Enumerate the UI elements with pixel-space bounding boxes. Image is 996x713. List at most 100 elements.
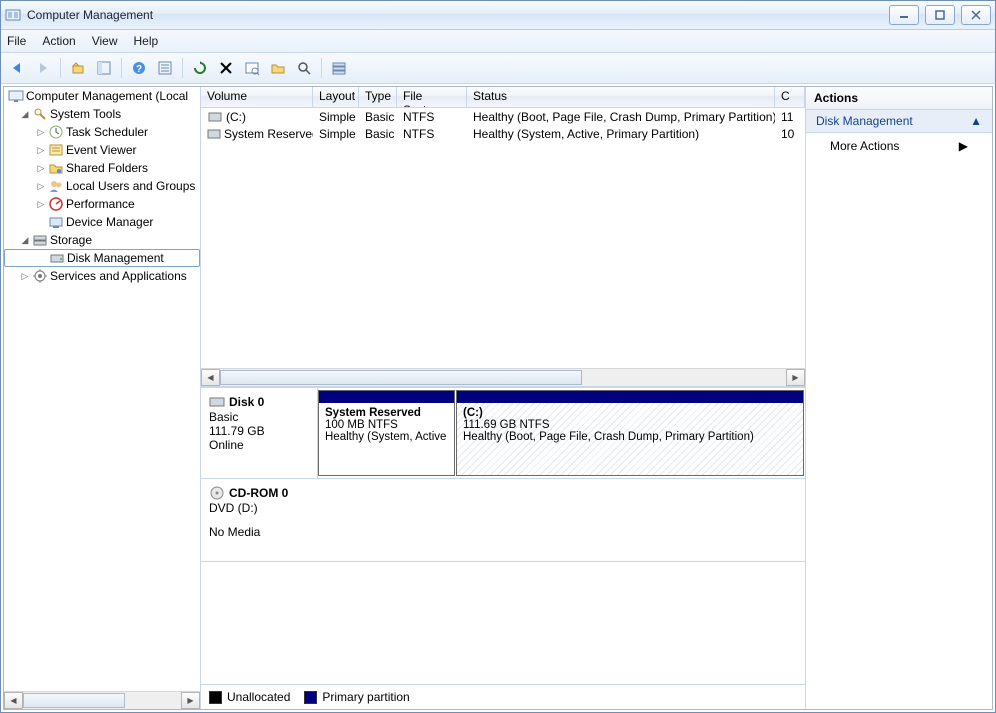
collapse-icon: ▲ xyxy=(970,114,982,128)
spacer xyxy=(36,217,46,227)
tree-performance[interactable]: ▷ Performance xyxy=(4,195,200,213)
expand-icon[interactable]: ▷ xyxy=(36,127,46,137)
maximize-button[interactable] xyxy=(925,5,955,25)
tree-label: Storage xyxy=(50,233,92,247)
tree-task-scheduler[interactable]: ▷ Task Scheduler xyxy=(4,123,200,141)
col-type[interactable]: Type xyxy=(359,87,397,107)
cell: NTFS xyxy=(397,110,467,124)
cell: 11 xyxy=(775,110,805,124)
help-button[interactable]: ? xyxy=(127,56,151,80)
chevron-right-icon: ▶ xyxy=(959,139,968,153)
tree-label: Services and Applications xyxy=(50,269,187,283)
disk-row[interactable]: CD-ROM 0 DVD (D:) No Media xyxy=(201,479,805,562)
list-button[interactable] xyxy=(327,56,351,80)
scroll-right-button[interactable]: ▶ xyxy=(181,692,200,709)
tree-local-users[interactable]: ▷ Local Users and Groups xyxy=(4,177,200,195)
event-icon xyxy=(48,142,64,158)
empty-space xyxy=(201,562,805,684)
expand-icon[interactable]: ▷ xyxy=(20,271,30,281)
menu-action[interactable]: Action xyxy=(42,34,75,48)
cdrom-icon xyxy=(209,485,225,501)
delete-button[interactable] xyxy=(214,56,238,80)
actions-section[interactable]: Disk Management ▲ xyxy=(806,110,992,133)
scroll-thumb[interactable] xyxy=(23,693,125,708)
volume-row[interactable]: (C:) Simple Basic NTFS Healthy (Boot, Pa… xyxy=(201,108,805,125)
cell: 10 xyxy=(775,127,805,141)
menu-help[interactable]: Help xyxy=(134,34,159,48)
col-fs[interactable]: File System xyxy=(397,87,467,107)
disk-state: No Media xyxy=(209,525,797,539)
partition-title: System Reserved xyxy=(325,407,421,419)
actions-more[interactable]: More Actions ▶ xyxy=(806,133,992,159)
col-layout[interactable]: Layout xyxy=(313,87,359,107)
spacer xyxy=(209,515,797,525)
volume-grid-header: Volume Layout Type File System Status C xyxy=(201,87,805,108)
actions-section-label: Disk Management xyxy=(816,114,913,128)
tree-label: Disk Management xyxy=(67,251,164,265)
partition-system-reserved[interactable]: System Reserved 100 MB NTFS Healthy (Sys… xyxy=(318,390,455,476)
expand-icon[interactable]: ▷ xyxy=(36,163,46,173)
find-button[interactable] xyxy=(292,56,316,80)
tree-event-viewer[interactable]: ▷ Event Viewer xyxy=(4,141,200,159)
tree-system-tools[interactable]: ◢ System Tools xyxy=(4,105,200,123)
tree-root[interactable]: Computer Management (Local xyxy=(4,87,200,105)
tools-icon xyxy=(32,106,48,122)
tree-storage[interactable]: ◢ Storage xyxy=(4,231,200,249)
tree-label: Performance xyxy=(66,197,135,211)
app-icon xyxy=(5,7,21,23)
show-hide-tree-button[interactable] xyxy=(92,56,116,80)
back-button[interactable] xyxy=(5,56,29,80)
scroll-left-button[interactable]: ◀ xyxy=(4,692,23,709)
partition-status: Healthy (System, Active xyxy=(325,431,446,443)
forward-button[interactable] xyxy=(31,56,55,80)
volume-icon xyxy=(207,109,223,125)
expand-icon[interactable]: ▷ xyxy=(36,199,46,209)
scroll-track[interactable] xyxy=(220,370,786,385)
scroll-right-button[interactable]: ▶ xyxy=(786,369,805,386)
scroll-track[interactable] xyxy=(23,693,181,708)
clock-icon xyxy=(48,124,64,140)
tree-label: Local Users and Groups xyxy=(66,179,195,193)
scroll-left-button[interactable]: ◀ xyxy=(201,369,220,386)
tree-label: Event Viewer xyxy=(66,143,136,157)
col-c[interactable]: C xyxy=(775,87,805,107)
partition-header xyxy=(319,391,454,403)
expand-icon[interactable]: ▷ xyxy=(36,181,46,191)
close-button[interactable] xyxy=(961,5,991,25)
col-status[interactable]: Status xyxy=(467,87,775,107)
partition-size: 100 MB NTFS xyxy=(325,419,398,431)
disk-info: CD-ROM 0 DVD (D:) No Media xyxy=(201,479,805,561)
tree-disk-management[interactable]: Disk Management xyxy=(4,249,200,267)
tree-device-manager[interactable]: Device Manager xyxy=(4,213,200,231)
tree-shared-folders[interactable]: ▷Shared Folders xyxy=(4,159,200,177)
tree-label: Computer Management (Local xyxy=(26,89,188,103)
grid-scrollbar[interactable]: ◀ ▶ xyxy=(201,368,805,386)
disk-icon xyxy=(209,394,225,410)
disk-graphical-view: Disk 0 Basic 111.79 GB Online System Res… xyxy=(201,386,805,709)
scroll-thumb[interactable] xyxy=(220,370,582,385)
cell: System Reserved xyxy=(224,127,313,141)
volume-row[interactable]: System Reserved Simple Basic NTFS Health… xyxy=(201,125,805,142)
refresh-button[interactable] xyxy=(188,56,212,80)
partition-c[interactable]: (C:) 111.69 GB NTFS Healthy (Boot, Page … xyxy=(456,390,804,476)
col-volume[interactable]: Volume xyxy=(201,87,313,107)
titlebar: Computer Management xyxy=(1,1,995,30)
tree-label: Task Scheduler xyxy=(66,125,148,139)
minimize-button[interactable] xyxy=(889,5,919,25)
open-button[interactable] xyxy=(266,56,290,80)
collapse-icon[interactable]: ◢ xyxy=(20,235,30,245)
menu-file[interactable]: File xyxy=(7,34,26,48)
tree-scrollbar[interactable]: ◀ ▶ xyxy=(4,691,200,709)
settings-button[interactable] xyxy=(240,56,264,80)
content-area: Computer Management (Local ◢ System Tool… xyxy=(3,86,993,710)
tree-services[interactable]: ▷ Services and Applications xyxy=(4,267,200,285)
up-button[interactable] xyxy=(66,56,90,80)
menu-view[interactable]: View xyxy=(92,34,118,48)
storage-icon xyxy=(32,232,48,248)
properties-button[interactable] xyxy=(153,56,177,80)
tree-label: System Tools xyxy=(50,107,121,121)
expand-icon[interactable]: ▷ xyxy=(36,145,46,155)
partition-title: (C:) xyxy=(463,407,483,419)
disk-row[interactable]: Disk 0 Basic 111.79 GB Online System Res… xyxy=(201,388,805,479)
collapse-icon[interactable]: ◢ xyxy=(20,109,30,119)
